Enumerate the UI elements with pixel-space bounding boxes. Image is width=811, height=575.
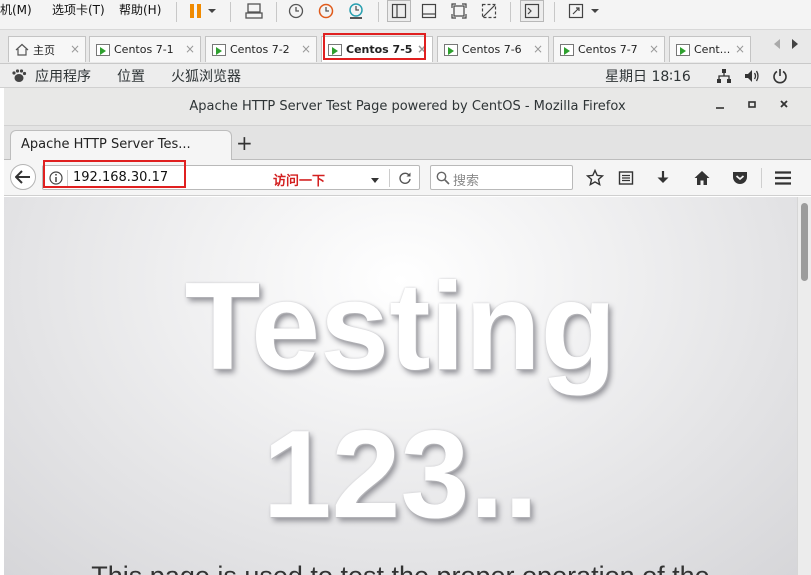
search-icon	[436, 171, 450, 188]
browser-tab[interactable]: Apache HTTP Server Tes...	[10, 130, 232, 160]
heading-123: 123..	[262, 406, 539, 544]
menu-tabs[interactable]: 选项卡(T)	[52, 0, 105, 22]
volume-icon[interactable]	[744, 68, 760, 88]
new-tab-button[interactable]: +	[236, 131, 253, 155]
minimize-icon[interactable]	[714, 98, 726, 114]
vm-tab-centos-7-1[interactable]: Centos 7-1 ×	[89, 36, 201, 62]
chevron-down-icon[interactable]	[204, 0, 220, 22]
close-window-icon[interactable]	[778, 98, 790, 114]
maximize-icon[interactable]	[746, 98, 758, 114]
chevron-down-icon[interactable]	[587, 0, 603, 22]
close-icon[interactable]: ×	[70, 42, 80, 56]
toolbar-divider	[230, 2, 231, 22]
close-icon[interactable]: ×	[301, 42, 311, 56]
pocket-icon[interactable]	[730, 168, 750, 188]
vm-tab-label: Centos 7-7	[578, 43, 638, 56]
firefox-titlebar: Apache HTTP Server Test Page powered by …	[4, 88, 811, 126]
console-view-icon[interactable]	[417, 0, 441, 22]
fullscreen-icon[interactable]	[447, 0, 471, 22]
vm-tab-home[interactable]: 主页 ×	[8, 36, 86, 62]
toolbar-divider	[510, 2, 511, 22]
close-icon[interactable]: ×	[735, 42, 745, 56]
vm-icon	[96, 43, 110, 56]
clock[interactable]: 星期日 18∶16	[605, 66, 691, 86]
snapshot-manager-icon[interactable]	[344, 0, 368, 22]
vmware-tab-strip: 主页 × Centos 7-1 × Centos 7-2 × Centos 7-…	[0, 30, 811, 64]
firefox-tab-strip: Apache HTTP Server Tes... +	[4, 126, 811, 160]
firefox-navbar: 192.168.30.17 访问一下 搜索	[4, 160, 811, 196]
toolbar-divider	[176, 2, 177, 22]
browser-tab-title: Apache HTTP Server Tes...	[21, 137, 191, 152]
vm-tab-label: Centos 7-1	[114, 43, 174, 56]
download-icon[interactable]	[653, 168, 673, 188]
vm-icon	[212, 43, 226, 56]
search-input[interactable]: 搜索	[453, 170, 479, 189]
vm-tab-label: Centos 7-6	[462, 43, 522, 56]
vm-tab-label: 主页	[33, 43, 55, 57]
vm-icon	[676, 43, 690, 56]
close-icon[interactable]: ×	[533, 42, 543, 56]
snapshot-icon[interactable]	[284, 0, 308, 22]
annotation-text: 访问一下	[273, 174, 326, 189]
back-button[interactable]	[10, 164, 36, 190]
menu-help[interactable]: 帮助(H)	[119, 0, 161, 22]
home-icon[interactable]	[692, 168, 712, 188]
intro-paragraph: This page is used to test the proper ope…	[4, 561, 797, 575]
chevron-down-icon[interactable]	[370, 174, 380, 188]
vm-tab-label: Centos 7-2	[230, 43, 290, 56]
revert-snapshot-icon[interactable]	[314, 0, 338, 22]
window-title: Apache HTTP Server Test Page powered by …	[189, 99, 626, 114]
vertical-scrollbar[interactable]	[797, 197, 811, 575]
bookmark-star-icon[interactable]	[585, 168, 605, 188]
url-divider	[389, 169, 390, 187]
vm-tab-centos-7-6[interactable]: Centos 7-6 ×	[437, 36, 549, 62]
chevron-left-icon[interactable]	[772, 38, 782, 53]
close-icon[interactable]: ×	[649, 42, 659, 56]
hamburger-menu-icon[interactable]	[773, 168, 793, 188]
chevron-right-icon[interactable]	[790, 38, 800, 53]
menu-vm[interactable]: 机(M)	[0, 0, 32, 22]
gnome-foot-icon	[11, 68, 27, 88]
vm-tab-label: Cent...	[694, 43, 731, 56]
network-icon[interactable]	[716, 68, 732, 88]
places-menu[interactable]: 位置	[117, 66, 145, 86]
home-icon	[15, 43, 29, 56]
scrollbar-thumb[interactable]	[801, 203, 808, 281]
reading-list-icon[interactable]	[616, 168, 636, 188]
highlight-box	[323, 33, 426, 60]
page-content: Testing 123.. This page is used to test …	[4, 197, 797, 575]
close-icon[interactable]: ×	[185, 42, 195, 56]
vm-icon	[444, 43, 458, 56]
toolbar-divider	[554, 2, 555, 22]
arrow-left-icon	[15, 170, 30, 184]
vm-tab-centos-7-2[interactable]: Centos 7-2 ×	[205, 36, 317, 62]
toolbar-divider	[276, 2, 277, 22]
library-view-icon[interactable]	[387, 0, 411, 22]
terminal-icon[interactable]	[520, 0, 544, 22]
unity-icon[interactable]	[477, 0, 501, 22]
send-keys-icon[interactable]	[242, 0, 266, 22]
gnome-top-bar: 应用程序 位置 火狐浏览器 星期日 18∶16	[0, 64, 811, 88]
toolbar-divider	[761, 168, 762, 188]
reload-icon[interactable]	[398, 171, 412, 188]
vm-icon	[560, 43, 574, 56]
stretch-guest-icon[interactable]	[564, 0, 588, 22]
firefox-app-menu[interactable]: 火狐浏览器	[171, 66, 241, 86]
highlight-box	[43, 160, 186, 188]
power-icon[interactable]	[772, 68, 788, 88]
heading-testing: Testing	[184, 258, 617, 396]
search-bar[interactable]: 搜索	[430, 165, 573, 190]
vmware-menubar: 机(M) 选项卡(T) 帮助(H)	[0, 0, 811, 30]
vm-tab-centos-more[interactable]: Cent... ×	[669, 36, 751, 62]
applications-menu[interactable]: 应用程序	[35, 66, 91, 86]
toolbar-divider	[378, 2, 379, 22]
vm-tab-centos-7-7[interactable]: Centos 7-7 ×	[553, 36, 665, 62]
